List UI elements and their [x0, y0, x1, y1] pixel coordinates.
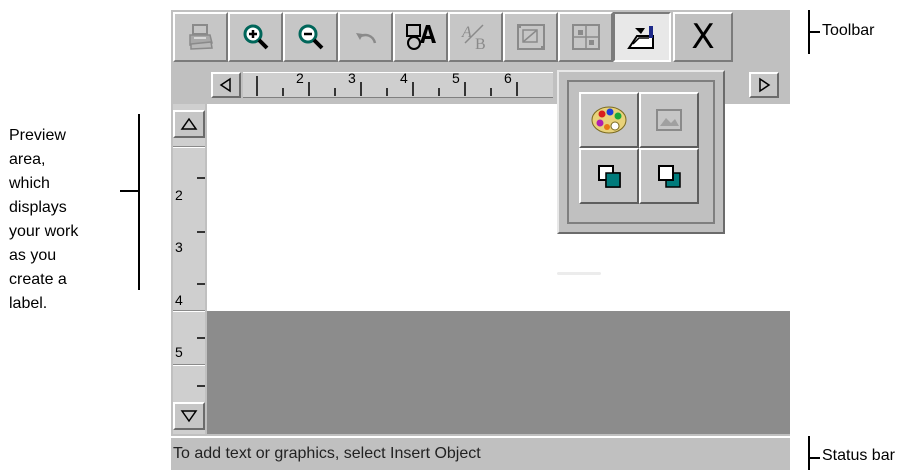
- zoom-in-button[interactable]: [228, 12, 283, 62]
- send-to-back-icon: [598, 165, 621, 188]
- object-properties-button[interactable]: [503, 12, 558, 62]
- callout-preview-line-5: your work: [9, 223, 79, 240]
- statusbar-bracket: [808, 436, 810, 470]
- down-arrow-icon: [180, 410, 198, 423]
- color-palette-button[interactable]: [579, 92, 639, 148]
- vruler-number: 5: [175, 344, 183, 360]
- hruler-number: 3: [348, 70, 356, 86]
- palette-panel: [567, 80, 715, 224]
- picture-button[interactable]: [639, 92, 699, 148]
- callout-preview-line-1: Preview: [9, 127, 66, 144]
- status-bar: To add text or graphics, select Insert O…: [171, 436, 790, 470]
- toolbar: A B X: [171, 10, 790, 64]
- bring-to-front-icon: [658, 165, 681, 188]
- send-to-back-button[interactable]: [579, 148, 639, 204]
- hruler-number: 4: [400, 70, 408, 86]
- hruler-number: 2: [296, 70, 304, 86]
- zoom-in-icon: [243, 24, 268, 50]
- bring-to-front-button[interactable]: [639, 148, 699, 204]
- callout-preview-line-2: area,: [9, 151, 46, 168]
- scroll-right-button[interactable]: [749, 72, 779, 98]
- print-button[interactable]: [173, 12, 228, 62]
- scroll-left-button[interactable]: [211, 72, 241, 98]
- draw-tools-icon: [627, 26, 654, 49]
- align-icon: [571, 24, 600, 50]
- callout-status-bar: Status bar: [822, 447, 895, 464]
- callout-preview-line-3: which: [9, 175, 50, 192]
- close-button[interactable]: X: [673, 12, 733, 62]
- draw-tools-button[interactable]: [613, 12, 671, 62]
- hruler-number: 6: [504, 70, 512, 86]
- hruler-number: 5: [452, 70, 460, 86]
- callout-toolbar: Toolbar: [822, 22, 875, 39]
- callout-preview-line-6: as you: [9, 247, 57, 264]
- preview-bracket: [138, 114, 140, 290]
- insert-object-button[interactable]: [393, 12, 448, 62]
- text-format-button[interactable]: A B: [448, 12, 503, 62]
- zoom-out-icon: [298, 24, 323, 50]
- vertical-ruler: 2 3 4 5: [171, 104, 207, 434]
- align-button[interactable]: [558, 12, 613, 62]
- zoom-out-button[interactable]: [283, 12, 338, 62]
- callout-preview-line-7: create a: [9, 271, 67, 288]
- workspace-background: [207, 311, 790, 434]
- svg-text:B: B: [475, 36, 486, 53]
- insert-object-icon: [405, 24, 436, 50]
- status-text: To add text or graphics, select Insert O…: [173, 445, 481, 462]
- color-palette-icon: [591, 106, 627, 134]
- statusbar-bracket-tick: [808, 457, 820, 459]
- vruler-number: 4: [175, 292, 183, 308]
- vertical-ruler-ticks: [197, 177, 205, 387]
- printer-icon: [188, 24, 213, 50]
- picture-icon: [656, 109, 682, 131]
- preview-bracket-tick: [120, 190, 138, 192]
- undo-button[interactable]: [338, 12, 393, 62]
- vruler-number: 2: [175, 187, 183, 203]
- callout-preview-line-8: label.: [9, 295, 48, 312]
- drawing-palette: [557, 70, 725, 234]
- close-label: X: [691, 17, 715, 57]
- scroll-down-button[interactable]: [173, 402, 205, 430]
- toolbar-bracket-tick: [808, 31, 820, 33]
- right-arrow-icon: [759, 77, 771, 93]
- callout-preview-line-4: displays: [9, 199, 67, 216]
- left-arrow-icon: [219, 77, 231, 93]
- undo-icon: [355, 33, 376, 44]
- faint-mark: [557, 272, 601, 275]
- vruler-number: 3: [175, 239, 183, 255]
- object-properties-icon: [516, 24, 545, 50]
- text-format-icon: A B: [461, 24, 486, 53]
